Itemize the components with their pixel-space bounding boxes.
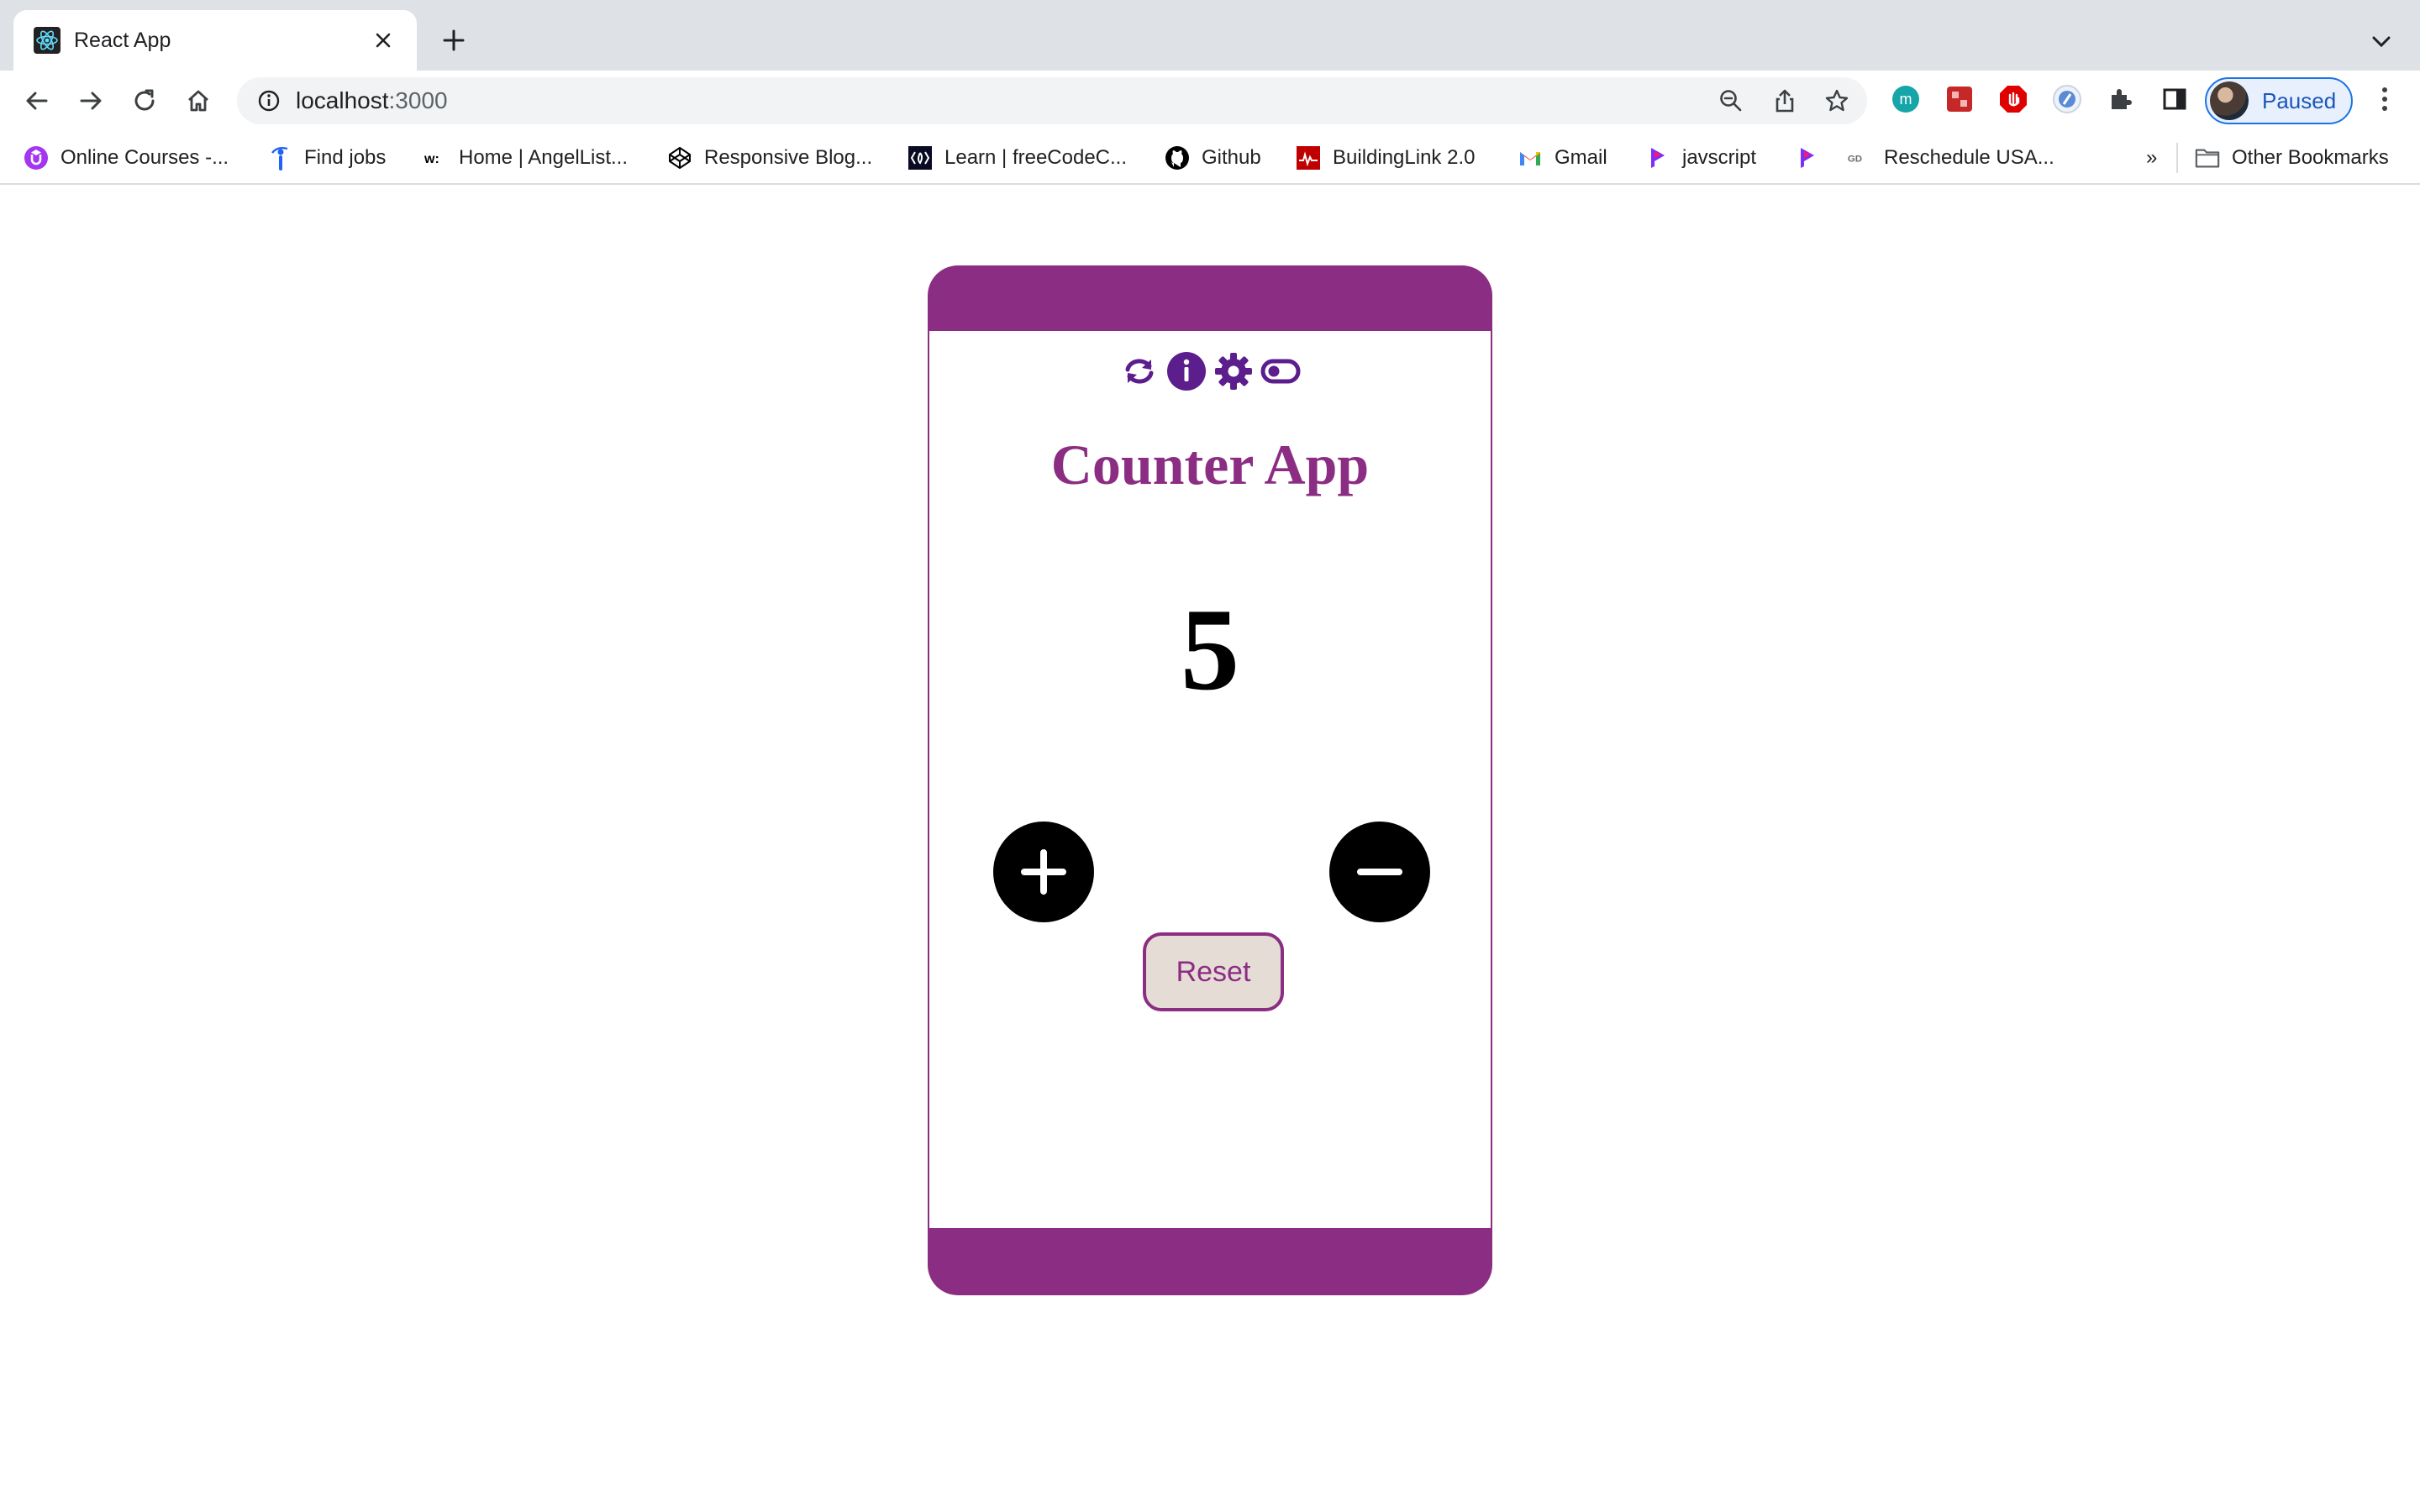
extension-compass-icon[interactable] [2050, 82, 2084, 116]
reload-button[interactable] [124, 81, 165, 121]
profile-status: Paused [2262, 87, 2337, 113]
bookmark-label: BuildingLink 2.0 [1333, 146, 1476, 169]
svg-text:w:: w: [424, 152, 439, 166]
bookmark-gmail[interactable]: Gmail [1518, 143, 1607, 173]
bookmark-angellist[interactable]: w: Home | AngelList... [422, 143, 628, 173]
bookmark-label: Responsive Blog... [704, 146, 873, 169]
counter-app-frame: Counter App 5 Reset [928, 265, 1492, 1295]
avatar [2210, 81, 2249, 120]
profile-button[interactable]: Paused [2205, 77, 2353, 124]
chevron-down-icon[interactable] [2365, 25, 2398, 59]
bookmark-star-icon[interactable] [1820, 84, 1854, 118]
bookmark-find-jobs[interactable]: Find jobs [267, 143, 386, 173]
counter-app-body: Counter App 5 Reset [929, 331, 1491, 1228]
pluralsight-icon [1645, 145, 1670, 171]
bookmark-pluralsight[interactable] [1795, 143, 1832, 173]
udemy-icon [24, 145, 49, 171]
bookmark-label: Find jobs [304, 146, 387, 169]
indeed-icon [267, 145, 292, 171]
buildinglink-icon [1296, 145, 1321, 171]
bookmark-label: Github [1202, 146, 1261, 169]
tab-strip: React App [0, 0, 2420, 71]
bookmark-label: Learn | freeCodeC... [944, 146, 1128, 169]
zoom-icon[interactable] [1714, 84, 1748, 118]
reset-button[interactable]: Reset [1143, 932, 1284, 1011]
bookmark-github[interactable]: Github [1165, 143, 1261, 173]
freecodecamp-icon [908, 145, 933, 171]
decrement-button[interactable] [1329, 822, 1430, 922]
bookmark-label: Gmail [1555, 146, 1607, 169]
adblock-hand-icon[interactable] [1996, 82, 2030, 116]
app-title: Counter App [1050, 433, 1370, 496]
close-icon[interactable] [368, 25, 398, 55]
url-text: localhost:3000 [296, 87, 448, 114]
svg-text:m: m [1900, 91, 1912, 108]
bookmarks-overflow-button[interactable]: » [2146, 143, 2157, 173]
bookmark-responsive-blog[interactable]: Responsive Blog... [667, 143, 872, 173]
pluralsight-icon [1795, 145, 1820, 171]
extensions-puzzle-icon[interactable] [2104, 82, 2138, 116]
bookmarks-bar: Online Courses -... Find jobs w: Home | … [0, 131, 2420, 185]
overflow-chevron: » [2146, 146, 2158, 169]
share-icon[interactable] [1768, 84, 1802, 118]
tab-react-app[interactable]: React App [13, 10, 417, 71]
bookmark-javscript[interactable]: javscript [1645, 143, 1756, 173]
extension-m-icon[interactable]: m [1889, 82, 1923, 116]
forward-button[interactable] [71, 81, 111, 121]
bookmark-label: Online Courses -... [60, 146, 229, 169]
info-icon[interactable] [1166, 351, 1207, 391]
settings-icon[interactable] [1213, 351, 1254, 391]
gmail-icon [1518, 145, 1543, 171]
new-tab-button[interactable] [437, 24, 471, 57]
counter-value: 5 [1181, 585, 1239, 715]
bookmarks-divider [2176, 143, 2178, 173]
bookmark-label: Home | AngelList... [459, 146, 628, 169]
address-bar[interactable]: localhost:3000 [237, 77, 1867, 124]
other-bookmarks-label: Other Bookmarks [2232, 146, 2389, 169]
home-button[interactable] [178, 81, 218, 121]
svg-text:GD: GD [1848, 154, 1862, 164]
increment-button[interactable] [993, 822, 1094, 922]
tab-title: React App [74, 28, 171, 52]
codepen-icon [667, 145, 692, 171]
more-menu-icon[interactable] [2368, 82, 2402, 116]
bookmark-buildinglink[interactable]: BuildingLink 2.0 [1296, 143, 1475, 173]
side-panel-icon[interactable] [2158, 82, 2191, 116]
bookmark-reschedule[interactable]: GD Reschedule USA... [1847, 143, 2054, 173]
url-port: :3000 [388, 87, 448, 113]
bookmark-label: javscript [1682, 146, 1757, 169]
github-icon [1165, 145, 1190, 171]
plus-icon [1021, 849, 1066, 895]
url-host: localhost [296, 87, 389, 113]
extension-puzzle-red-icon[interactable] [1943, 82, 1976, 116]
minus-icon [1357, 869, 1402, 875]
gd-icon: GD [1847, 145, 1872, 171]
app-header-icons [929, 349, 1491, 393]
bookmark-label: Reschedule USA... [1884, 146, 2054, 169]
angellist-icon: w: [422, 145, 447, 171]
refresh-icon[interactable] [1119, 351, 1160, 391]
bookmark-freecodecamp[interactable]: Learn | freeCodeC... [908, 143, 1127, 173]
site-info-icon[interactable] [254, 86, 284, 116]
browser-toolbar: localhost:3000 m Paused [0, 71, 2420, 131]
folder-icon [2195, 145, 2220, 171]
react-logo-icon [34, 27, 60, 54]
back-button[interactable] [17, 81, 57, 121]
other-bookmarks-folder[interactable]: Other Bookmarks [2195, 143, 2389, 173]
toggle-icon[interactable] [1260, 351, 1301, 391]
bookmark-online-courses[interactable]: Online Courses -... [24, 143, 229, 173]
